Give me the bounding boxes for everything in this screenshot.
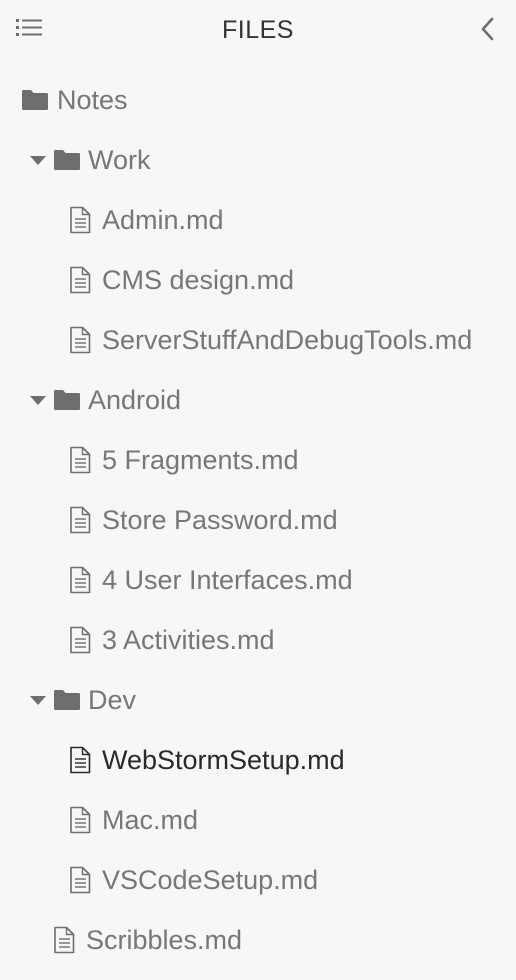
tree-file-item[interactable]: WebStormSetup.md	[0, 730, 516, 790]
tree-item-label: WebStormSetup.md	[102, 745, 345, 775]
file-icon	[70, 626, 91, 654]
caret-down-icon[interactable]	[29, 395, 47, 407]
file-icon	[70, 266, 91, 294]
tree-item-label: Mac.md	[102, 805, 199, 835]
folder-icon	[54, 390, 80, 410]
tree-item-label: VSCodeSetup.md	[102, 865, 319, 895]
tree-file-item[interactable]: VSCodeSetup.md	[0, 850, 516, 910]
file-icon	[70, 866, 91, 894]
tree-item-label: CMS design.md	[102, 265, 295, 295]
file-icon	[70, 446, 91, 474]
tree-folder-work[interactable]: Work	[0, 130, 516, 190]
tree-item-label: Admin.md	[102, 205, 224, 235]
tree-file-item[interactable]: 3 Activities.md	[0, 610, 516, 670]
collapse-sidebar-button[interactable]	[476, 14, 500, 44]
tree-folder-android[interactable]: Android	[0, 370, 516, 430]
chevron-left-icon	[481, 17, 494, 41]
sidebar-header: FILES	[0, 0, 516, 60]
tree-file-item[interactable]: CMS design.md	[0, 250, 516, 310]
file-icon	[70, 206, 91, 234]
file-icon	[70, 566, 91, 594]
tree-file-item[interactable]: ServerStuffAndDebugTools.md	[0, 310, 516, 370]
file-icon	[54, 926, 75, 954]
tree-file-item[interactable]: Store Password.md	[0, 490, 516, 550]
tree-item-label: Store Password.md	[102, 505, 338, 535]
tree-folder-notes[interactable]: Notes	[0, 70, 516, 130]
tree-item-label: 3 Activities.md	[102, 625, 275, 655]
caret-down-icon[interactable]	[29, 155, 47, 167]
tree-file-item[interactable]: Scribbles.md	[0, 910, 516, 970]
file-icon	[70, 746, 91, 774]
folder-icon	[54, 690, 80, 710]
file-icon	[70, 506, 91, 534]
file-icon	[70, 326, 91, 354]
tree-item-label: 4 User Interfaces.md	[102, 565, 353, 595]
tree-folder-dev[interactable]: Dev	[0, 670, 516, 730]
folder-icon	[22, 90, 48, 110]
tree-item-label: Notes	[57, 85, 128, 115]
tree-file-item[interactable]: 5 Fragments.md	[0, 430, 516, 490]
tree-item-label: Scribbles.md	[86, 925, 243, 955]
file-icon	[70, 806, 91, 834]
tree-file-item[interactable]: 4 User Interfaces.md	[0, 550, 516, 610]
tree-item-label: 5 Fragments.md	[102, 445, 299, 475]
tree-item-label: Work	[88, 145, 151, 175]
file-tree: Notes Work Admin.md CMS design.md ServerStuf…	[0, 70, 516, 970]
folder-icon	[54, 150, 80, 170]
tree-item-label: Android	[88, 385, 182, 415]
caret-down-icon[interactable]	[29, 695, 47, 707]
tree-item-label: ServerStuffAndDebugTools.md	[102, 325, 473, 355]
tree-item-label: Dev	[88, 685, 137, 715]
sidebar-title: FILES	[222, 16, 294, 44]
tree-file-item[interactable]: Admin.md	[0, 190, 516, 250]
tree-file-item[interactable]: Mac.md	[0, 790, 516, 850]
